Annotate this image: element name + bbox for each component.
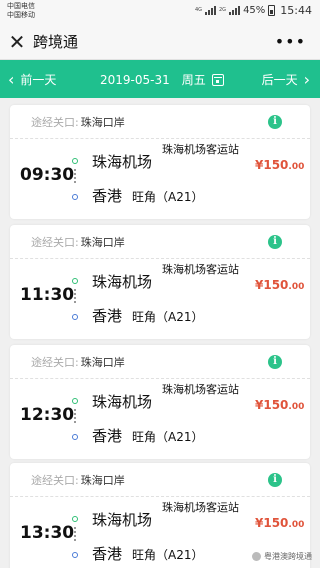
price-amount: ¥150 (255, 398, 289, 412)
page-title: 跨境通 (33, 33, 79, 51)
trip-card-header: 途经关口: 珠海口岸 i (10, 225, 310, 259)
calendar-icon[interactable] (211, 73, 224, 86)
price: ¥150.00 (255, 158, 304, 172)
departure-time: 09:30 (20, 165, 75, 185)
network-type-1: 4G (194, 7, 202, 13)
clock: 15:44 (280, 4, 312, 17)
origin-dot-icon (72, 278, 78, 284)
info-icon[interactable]: i (268, 235, 282, 249)
prev-day-label: 前一天 (20, 73, 57, 87)
trip-card-body: 12:30 珠海机场 珠海机场客运站 香港 旺角（A21） ¥150.00 (10, 379, 310, 459)
price-cents: .00 (288, 282, 305, 292)
signal-icon-2 (229, 6, 241, 15)
date-picker[interactable]: 2019-05-31 周五 (100, 71, 224, 88)
departure-time: 11:30 (20, 285, 75, 305)
origin-dot-icon (72, 516, 78, 522)
origin-station: 珠海机场客运站 (162, 501, 239, 514)
chevron-left-icon: ‹ (8, 69, 15, 89)
destination-city: 香港 (92, 427, 123, 445)
destination-dot-icon (72, 552, 78, 558)
trip-card-header: 途经关口: 珠海口岸 i (10, 105, 310, 139)
destination-city: 香港 (92, 545, 123, 563)
trip-card-body: 09:30 珠海机场 珠海机场客运站 香港 旺角（A21） ¥150.00 (10, 139, 310, 219)
destination-dot-icon (72, 194, 78, 200)
trip-card[interactable]: 途经关口: 珠海口岸 i 11:30 珠海机场 珠海机场客运站 香港 旺角（A2… (10, 225, 310, 339)
price-amount: ¥150 (255, 278, 289, 292)
via-label: 途经关口: (31, 115, 79, 129)
route-line (74, 169, 76, 183)
signal-icon (205, 6, 216, 15)
date-navigation-bar: ‹ 前一天 2019-05-31 周五 后一天 › (0, 60, 320, 98)
carrier-2: 中国移动 (7, 11, 35, 19)
via-label: 途经关口: (31, 235, 79, 249)
destination-station: 旺角（A21） (132, 548, 204, 562)
destination-city: 香港 (92, 307, 123, 325)
current-date: 2019-05-31 (100, 72, 170, 87)
info-icon[interactable]: i (268, 115, 282, 129)
info-icon[interactable]: i (268, 355, 282, 369)
battery-icon (268, 5, 276, 16)
carrier-1: 中国电信 (7, 2, 35, 10)
info-icon[interactable]: i (268, 473, 282, 487)
destination-station: 旺角（A21） (132, 430, 204, 444)
origin-station: 珠海机场客运站 (162, 263, 239, 276)
via-port: 珠海口岸 (80, 473, 125, 487)
origin-city: 珠海机场 (92, 153, 153, 171)
origin-station: 珠海机场客运站 (162, 383, 239, 396)
via-port: 珠海口岸 (80, 115, 125, 129)
status-bar: 中国电信 中国移动 4G 2G 45% 15:44 (0, 0, 320, 24)
route-line (74, 409, 76, 423)
price-amount: ¥150 (255, 158, 289, 172)
price-amount: ¥150 (255, 516, 289, 530)
origin-city: 珠海机场 (92, 393, 153, 411)
destination-station: 旺角（A21） (132, 310, 204, 324)
price: ¥150.00 (255, 516, 304, 530)
trip-card-header: 途经关口: 珠海口岸 i (10, 463, 310, 497)
origin-dot-icon (72, 158, 78, 164)
next-day-button[interactable]: 后一天 › (262, 71, 310, 88)
trip-card[interactable]: 途经关口: 珠海口岸 i 12:30 珠海机场 珠海机场客运站 香港 旺角（A2… (10, 345, 310, 459)
via-label: 途经关口: (31, 473, 79, 487)
destination-city: 香港 (92, 187, 123, 205)
via-port: 珠海口岸 (80, 355, 125, 369)
price: ¥150.00 (255, 278, 304, 292)
price-cents: .00 (288, 402, 305, 412)
price-cents: .00 (288, 520, 305, 530)
watermark: 粤港澳跨境通 (252, 551, 312, 562)
watermark-text: 粤港澳跨境通 (264, 552, 312, 561)
origin-city: 珠海机场 (92, 273, 153, 291)
carrier-info: 中国电信 中国移动 (7, 2, 35, 20)
price-cents: .00 (288, 162, 305, 172)
more-menu-icon[interactable]: ••• (275, 32, 306, 51)
via-port: 珠海口岸 (80, 235, 125, 249)
origin-city: 珠海机场 (92, 511, 153, 529)
trip-card-body: 11:30 珠海机场 珠海机场客运站 香港 旺角（A21） ¥150.00 (10, 259, 310, 339)
prev-day-button[interactable]: ‹ 前一天 (8, 71, 56, 88)
network-type-2: 2G (219, 7, 227, 13)
via-label: 途经关口: (31, 355, 79, 369)
weekday: 周五 (181, 73, 206, 87)
destination-station: 旺角（A21） (132, 190, 204, 204)
destination-dot-icon (72, 314, 78, 320)
departure-time: 13:30 (20, 523, 75, 543)
status-icons: 4G 2G 45% 15:44 (195, 4, 312, 17)
wechat-icon (252, 552, 261, 561)
route-line (74, 527, 76, 541)
battery-percent: 45% (243, 5, 266, 16)
trip-card-header: 途经关口: 珠海口岸 i (10, 345, 310, 379)
next-day-label: 后一天 (261, 73, 298, 87)
title-bar: ✕ 跨境通 ••• (0, 24, 320, 60)
price: ¥150.00 (255, 398, 304, 412)
destination-dot-icon (72, 434, 78, 440)
close-icon[interactable]: ✕ (1, 24, 33, 60)
trip-card[interactable]: 途经关口: 珠海口岸 i 09:30 珠海机场 珠海机场客运站 香港 旺角（A2… (10, 105, 310, 219)
origin-dot-icon (72, 398, 78, 404)
chevron-right-icon: › (303, 69, 310, 89)
departure-time: 12:30 (20, 405, 75, 425)
origin-station: 珠海机场客运站 (162, 143, 239, 156)
route-line (74, 289, 76, 303)
